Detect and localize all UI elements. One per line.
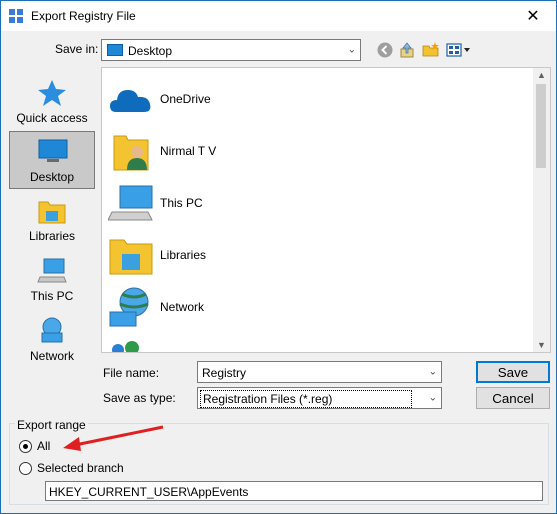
up-folder-icon	[400, 42, 414, 58]
user-folder-icon	[113, 135, 149, 171]
back-arrow-icon	[377, 42, 393, 58]
up-folder-button[interactable]	[397, 40, 417, 60]
scrollbar-thumb[interactable]	[536, 84, 546, 168]
save-as-type-value: Registration Files (*.reg)	[200, 390, 412, 408]
new-folder-button[interactable]	[421, 40, 441, 60]
close-icon: ✕	[526, 8, 540, 25]
place-label: Network	[29, 349, 74, 363]
save-button[interactable]: Save	[476, 361, 550, 383]
close-button[interactable]: ✕	[510, 1, 556, 31]
list-item-label: This PC	[160, 196, 203, 210]
homegroup-icon	[112, 341, 139, 352]
list-item-libraries[interactable]: Libraries	[108, 232, 528, 280]
scroll-down-icon[interactable]: ▼	[537, 340, 546, 350]
list-item-label: Libraries	[160, 248, 207, 262]
list-item-user-folder[interactable]: Nirmal T V	[108, 128, 528, 176]
cancel-button[interactable]: Cancel	[476, 387, 550, 409]
title-bar: Export Registry File ✕	[1, 1, 556, 31]
place-label: Libraries	[28, 229, 76, 243]
list-item-this-pc[interactable]: This PC	[108, 180, 528, 228]
radio-selected-branch-label[interactable]: Selected branch	[37, 461, 124, 475]
view-menu-button[interactable]	[445, 40, 473, 60]
place-this-pc[interactable]: This PC	[9, 251, 95, 309]
chevron-down-icon: ⌄	[347, 44, 356, 56]
chevron-down-icon: ⌄	[428, 392, 437, 404]
file-list-scrollbar[interactable]: ▲ ▼	[533, 68, 550, 352]
save-as-type-label: Save as type:	[103, 391, 176, 405]
new-folder-icon	[422, 42, 439, 57]
list-item-onedrive[interactable]: OneDrive	[108, 76, 528, 124]
file-name-label: File name:	[103, 366, 160, 380]
libraries-icon	[109, 239, 153, 275]
place-libraries[interactable]: Libraries	[9, 191, 95, 249]
place-label: Quick access	[16, 111, 88, 125]
save-as-type-dropdown[interactable]: Registration Files (*.reg) ⌄	[197, 387, 442, 409]
back-button[interactable]	[375, 40, 395, 60]
selected-branch-value: HKEY_CURRENT_USER\AppEvents	[49, 485, 249, 499]
file-name-value: Registry	[202, 366, 247, 380]
network-icon	[109, 287, 149, 327]
selected-branch-field[interactable]: HKEY_CURRENT_USER\AppEvents	[45, 481, 543, 501]
computer-icon	[37, 258, 67, 283]
save-in-dropdown[interactable]: Desktop ⌄	[101, 39, 361, 61]
network-icon	[41, 317, 63, 343]
dialog-title: Export Registry File	[31, 9, 136, 23]
list-item-partial[interactable]	[108, 336, 528, 352]
dialog-body: Save in: Desktop ⌄ Quick access Desktop …	[1, 31, 556, 513]
list-item-network[interactable]: Network	[108, 284, 528, 332]
computer-icon	[108, 185, 153, 221]
radio-all[interactable]	[19, 440, 32, 453]
list-item-label: Network	[160, 300, 205, 314]
registry-icon	[9, 9, 23, 23]
libraries-icon	[38, 201, 66, 224]
place-desktop[interactable]: Desktop	[9, 131, 95, 189]
file-list[interactable]: OneDrive Nirmal T V This PC Libraries Ne…	[101, 67, 551, 353]
chevron-down-icon[interactable]: ⌄	[429, 367, 437, 378]
place-label: Desktop	[29, 170, 75, 184]
list-item-label: OneDrive	[160, 92, 211, 106]
cloud-icon	[110, 90, 151, 112]
save-in-label: Save in:	[55, 42, 99, 56]
scroll-up-icon[interactable]: ▲	[537, 70, 546, 80]
export-registry-dialog: Export Registry File ✕ Save in: Desktop …	[0, 0, 557, 514]
star-icon	[38, 80, 66, 106]
places-bar: Quick access Desktop Libraries This PC N…	[9, 69, 95, 363]
annotation-arrow-icon	[63, 425, 164, 451]
view-menu-icon	[446, 43, 470, 57]
file-name-field[interactable]: Registry ⌄	[197, 361, 442, 383]
radio-selected-branch[interactable]	[19, 462, 32, 475]
desktop-icon	[38, 139, 68, 162]
list-item-label: Nirmal T V	[160, 144, 217, 158]
place-label: This PC	[30, 289, 74, 303]
save-in-value: Desktop	[128, 44, 173, 58]
place-network[interactable]: Network	[9, 311, 95, 369]
desktop-folder-icon	[107, 44, 123, 56]
radio-all-label[interactable]: All	[37, 439, 50, 453]
place-quick-access[interactable]: Quick access	[9, 73, 95, 131]
